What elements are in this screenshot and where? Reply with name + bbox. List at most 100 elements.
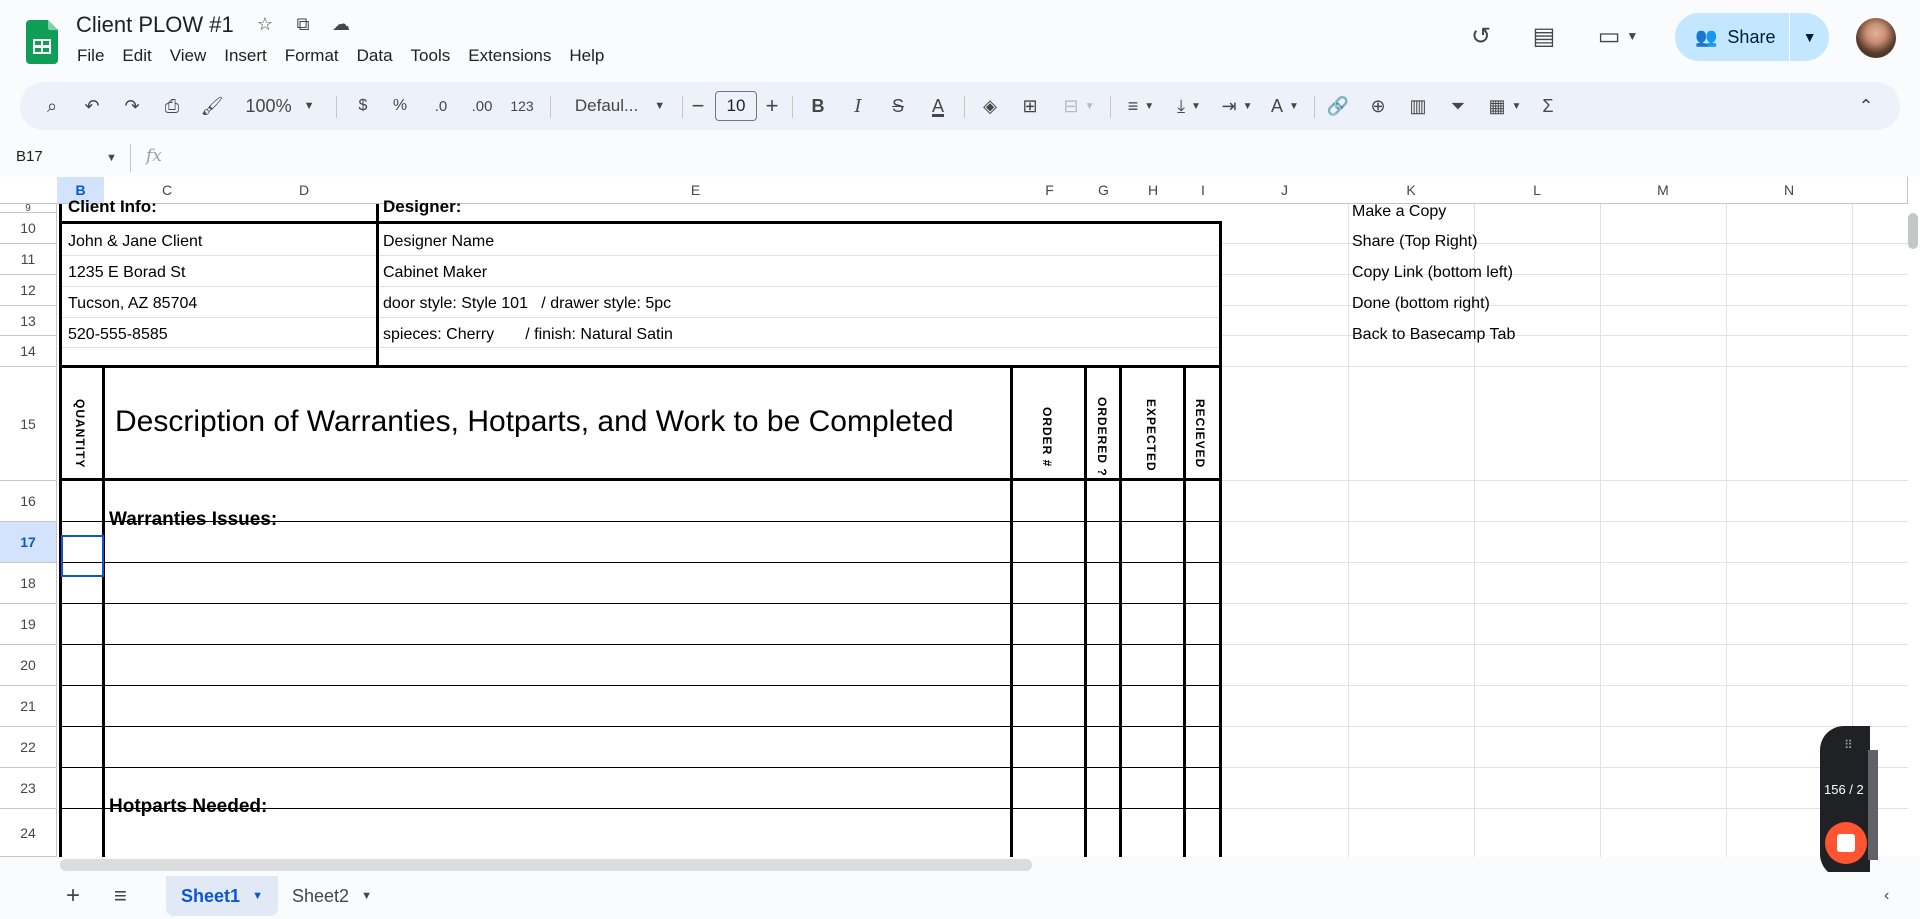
row-header-22[interactable]: 22 <box>0 727 57 768</box>
collapse-menus-icon[interactable]: ⌃ <box>1850 82 1882 130</box>
filter-icon[interactable]: ⏷ <box>1442 82 1474 130</box>
percent-format-button[interactable]: % <box>386 82 414 130</box>
menu-edit[interactable]: Edit <box>113 46 160 66</box>
vertical-scrollbar[interactable] <box>1908 213 1918 249</box>
column-header-d[interactable]: D <box>230 177 379 204</box>
more-formats-button[interactable]: 123 <box>504 82 540 130</box>
search-menus-icon[interactable]: ⌕ <box>34 82 70 130</box>
cloud-status-icon[interactable]: ☁ <box>328 14 354 35</box>
menu-format[interactable]: Format <box>276 46 348 66</box>
text-color-button[interactable]: A <box>922 82 954 130</box>
text-wrapping-icon[interactable]: ⇥ ▼ <box>1214 82 1260 130</box>
row-header-24[interactable]: 24 <box>0 809 57 857</box>
merge-cells-icon[interactable]: ⊟ ▼ <box>1054 82 1104 130</box>
share-button[interactable]: 👥 Share ▼ <box>1675 13 1829 61</box>
currency-format-button[interactable]: $ <box>350 82 376 130</box>
row-header-13[interactable]: 13 <box>0 306 57 336</box>
side-panel-toggle-icon[interactable]: ‹ <box>1884 876 1889 916</box>
increase-font-size-icon[interactable]: + <box>758 82 786 130</box>
row-header-14[interactable]: 14 <box>0 336 57 367</box>
vertical-align-icon[interactable]: ⤓ ▼ <box>1166 82 1212 130</box>
menu-data[interactable]: Data <box>348 46 402 66</box>
name-box[interactable]: B17 <box>16 148 43 165</box>
filter-views-icon[interactable]: ▦ ▼ <box>1482 82 1528 130</box>
formula-input[interactable] <box>180 146 1880 168</box>
row-header-16[interactable]: 16 <box>0 481 57 522</box>
menu-view[interactable]: View <box>161 46 216 66</box>
insert-link-icon[interactable]: 🔗 <box>1322 82 1354 130</box>
row-header-21[interactable]: 21 <box>0 686 57 727</box>
row-header-11[interactable]: 11 <box>0 244 57 275</box>
row-header-23[interactable]: 23 <box>0 768 57 809</box>
row-header-9[interactable]: 9 <box>0 203 57 214</box>
insert-comment-icon[interactable]: ⊕ <box>1362 82 1394 130</box>
paint-format-icon[interactable]: 🖌 <box>196 82 228 130</box>
fill-color-icon[interactable]: ◈ <box>974 82 1006 130</box>
undo-icon[interactable]: ↶ <box>76 82 108 130</box>
row-header-20[interactable]: 20 <box>0 645 57 686</box>
meet-icon[interactable]: ▭ ▼ <box>1596 22 1640 50</box>
horizontal-align-icon[interactable]: ≡ ▼ <box>1118 82 1164 130</box>
row-header-15[interactable]: 15 <box>0 367 57 481</box>
select-all-corner[interactable] <box>0 177 58 204</box>
spreadsheet-grid[interactable]: B C D E F G H I J K L M N 9 10 11 12 13 … <box>0 177 1920 857</box>
fx-icon: fx <box>146 146 162 166</box>
column-header-i[interactable]: I <box>1185 177 1222 204</box>
redo-icon[interactable]: ↷ <box>116 82 148 130</box>
print-icon[interactable]: ⎙ <box>156 82 188 130</box>
decrease-font-size-icon[interactable]: − <box>684 82 712 130</box>
borders-icon[interactable]: ⊞ <box>1014 82 1046 130</box>
star-icon[interactable]: ☆ <box>252 14 278 35</box>
bold-button[interactable]: B <box>802 82 834 130</box>
row-header-17[interactable]: 17 <box>0 522 57 563</box>
menu-tools[interactable]: Tools <box>402 46 460 66</box>
comments-icon[interactable]: ▤ <box>1530 22 1558 50</box>
column-header-h[interactable]: H <box>1121 177 1186 204</box>
menu-insert[interactable]: Insert <box>215 46 276 66</box>
functions-button[interactable]: Σ <box>1532 82 1564 130</box>
tab-sheet2[interactable]: Sheet2 ▼ <box>292 876 372 916</box>
decrease-decimal-button[interactable]: .0 <box>424 82 458 130</box>
column-header-l[interactable]: L <box>1474 177 1601 204</box>
column-header-m[interactable]: M <box>1600 177 1727 204</box>
menu-help[interactable]: Help <box>560 46 613 66</box>
menu-extensions[interactable]: Extensions <box>459 46 560 66</box>
insert-chart-icon[interactable]: ▥ <box>1402 82 1434 130</box>
sheets-logo-icon[interactable] <box>26 20 58 64</box>
tab-sheet1[interactable]: Sheet1 ▼ <box>166 876 278 916</box>
document-title[interactable]: Client PLOW #1 <box>76 12 234 38</box>
increase-decimal-button[interactable]: .00 <box>462 82 502 130</box>
all-sheets-icon[interactable]: ≡ <box>114 876 127 916</box>
text-rotation-icon[interactable]: A ▼ <box>1262 82 1308 130</box>
client-address: 1235 E Borad St <box>68 264 186 281</box>
font-family-select[interactable]: Defaul... ▼ <box>560 82 680 130</box>
menu-file[interactable]: File <box>68 46 113 66</box>
font-size-input[interactable]: 10 <box>715 91 757 121</box>
note-done: Done (bottom right) <box>1352 295 1490 312</box>
stop-recording-button[interactable] <box>1825 822 1867 864</box>
row-header-12[interactable]: 12 <box>0 275 57 306</box>
share-dropdown-icon[interactable]: ▼ <box>1790 29 1829 45</box>
version-history-icon[interactable]: ↺ <box>1467 22 1495 50</box>
stop-icon <box>1837 834 1855 852</box>
zoom-select[interactable]: 100% ▼ <box>240 82 320 130</box>
cabinet-maker: Cabinet Maker <box>383 264 488 281</box>
horizontal-scrollbar[interactable] <box>60 859 1032 871</box>
move-folder-icon[interactable]: ⧉ <box>290 14 316 35</box>
row-header-19[interactable]: 19 <box>0 604 57 645</box>
column-header-k[interactable]: K <box>1348 177 1475 204</box>
add-sheet-icon[interactable]: + <box>66 876 80 916</box>
strikethrough-button[interactable]: S <box>882 82 914 130</box>
row-header-10[interactable]: 10 <box>0 213 57 244</box>
column-header-n[interactable]: N <box>1726 177 1853 204</box>
name-box-dropdown-icon[interactable]: ▼ <box>106 152 117 164</box>
drag-handle-icon[interactable]: ⠿ <box>1844 738 1853 752</box>
column-header-j[interactable]: J <box>1221 177 1349 204</box>
column-header-f[interactable]: F <box>1013 177 1087 204</box>
italic-button[interactable]: I <box>842 82 874 130</box>
column-header-e[interactable]: E <box>378 177 1014 204</box>
selected-cell-b17[interactable] <box>61 535 104 577</box>
column-header-g[interactable]: G <box>1086 177 1122 204</box>
row-header-18[interactable]: 18 <box>0 563 57 604</box>
avatar[interactable] <box>1856 18 1896 58</box>
